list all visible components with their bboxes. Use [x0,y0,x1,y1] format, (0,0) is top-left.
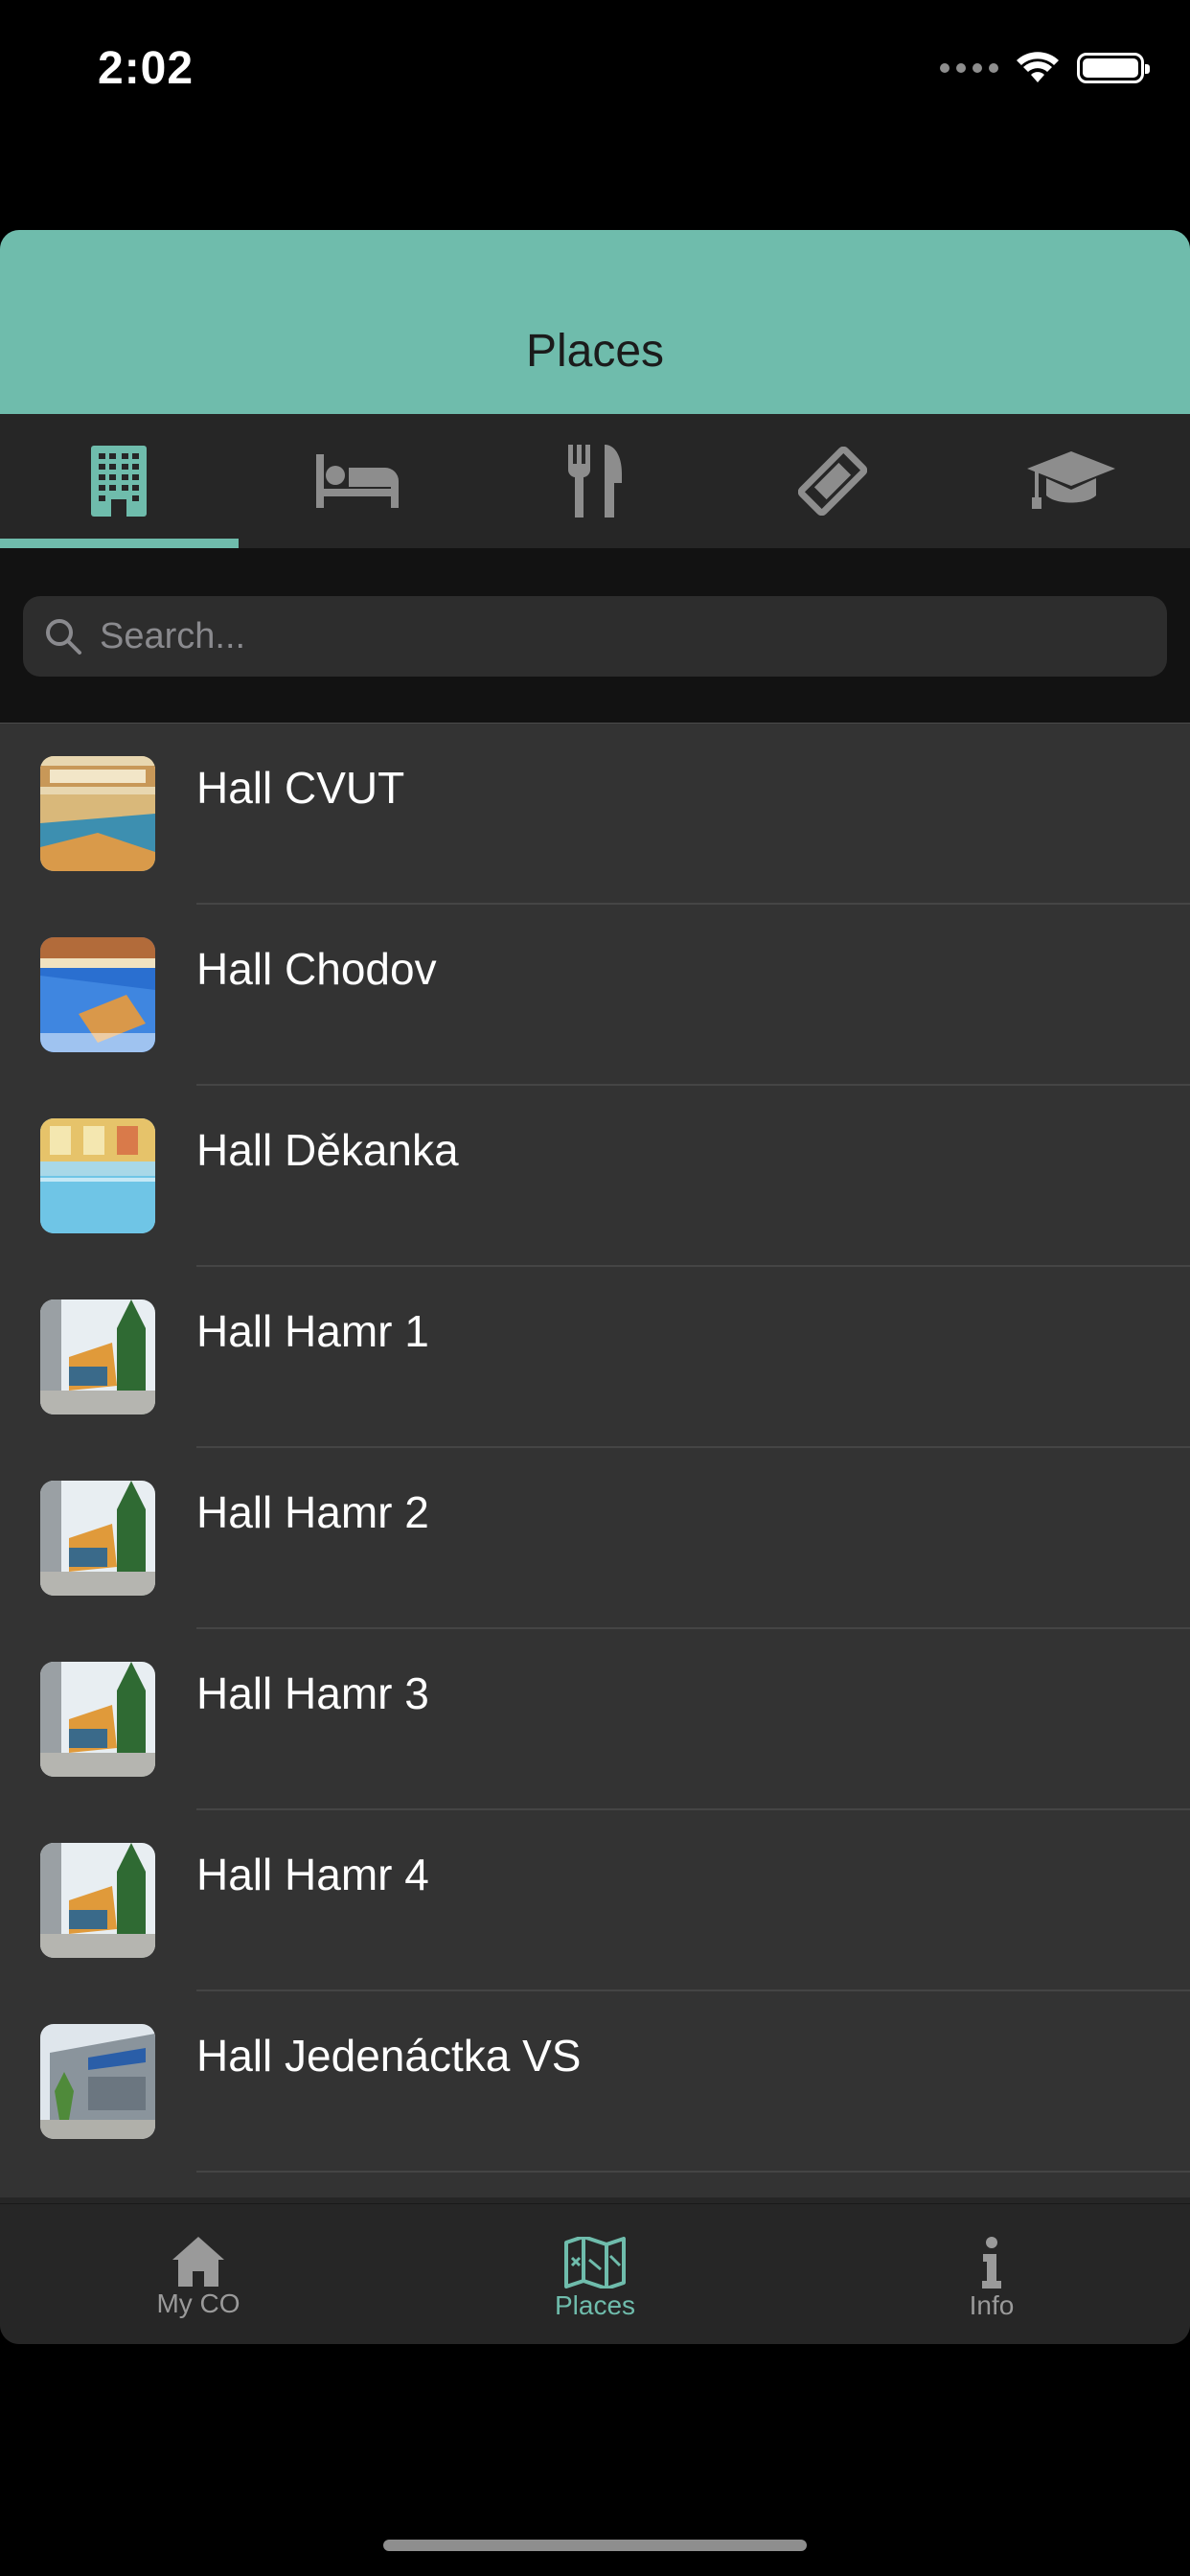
search-area [0,548,1190,723]
category-tabs [0,414,1190,548]
list-item[interactable]: Hall Jedenáctka VS [0,1991,1190,2173]
tab-my-co[interactable]: My CO [0,2204,397,2344]
list-item[interactable]: Hall Hamr 4 [0,1810,1190,1991]
battery-icon [1077,53,1150,83]
bed-icon [315,454,399,508]
wifi-icon [1017,52,1059,82]
place-thumbnail [40,1300,155,1414]
status-bar: 2:02 [0,0,1190,144]
row-separator [196,2171,1190,2173]
place-thumbnail [40,2024,155,2139]
place-thumbnail [40,1481,155,1596]
list-item[interactable]: Hall Hamr 3 [0,1629,1190,1810]
graduation-cap-icon [1026,451,1115,509]
place-name: Hall Hamr 2 [196,1487,429,1537]
place-name: Hall CVUT [196,763,405,813]
tab-places[interactable]: Places [397,2204,793,2344]
app-window: Places Search... Hall CVUT Hall Chodov H… [0,230,1190,2344]
search-icon [46,619,81,655]
search-bar[interactable] [23,596,1167,677]
tab-education[interactable] [952,414,1190,548]
home-icon [172,2237,224,2287]
status-icons [940,52,1150,84]
navigation-header: Places [0,230,1190,414]
fork-knife-icon [568,445,623,518]
place-thumbnail [40,756,155,871]
list-item[interactable]: Hall Chodov [0,905,1190,1086]
tab-buildings[interactable] [0,414,238,548]
tab-info[interactable]: Info [793,2204,1190,2344]
tab-events[interactable] [714,414,951,548]
tab-accommodation[interactable] [238,414,475,548]
place-thumbnail [40,1843,155,1958]
places-list: Hall CVUT Hall Chodov Hall Děkanka Hall … [0,723,1190,2197]
info-icon [982,2237,1001,2288]
home-indicator[interactable] [383,2540,807,2551]
place-name: Hall Chodov [196,944,437,994]
place-name: Hall Hamr 3 [196,1668,429,1718]
list-item[interactable]: Hall CVUT [0,724,1190,905]
place-name: Hall Děkanka [196,1125,459,1175]
map-icon [564,2237,626,2288]
tab-label: My CO [156,2288,240,2318]
ticket-icon [798,447,868,516]
search-input[interactable] [98,614,1136,658]
place-thumbnail [40,1662,155,1777]
place-thumbnail [40,937,155,1052]
tab-label: Places [554,2290,636,2320]
tab-label: Info [969,2290,1015,2320]
tab-bar: My CO Places Info [0,2203,1190,2344]
place-name: Hall Hamr 4 [196,1850,429,1899]
place-name: Hall Jedenáctka VS [196,2031,582,2081]
signal-icon [940,63,998,73]
status-time: 2:02 [98,43,195,94]
list-item[interactable]: Hall Hamr 1 [0,1267,1190,1448]
page-title: Places [525,326,665,377]
building-icon [91,446,148,517]
list-item[interactable]: Hall Děkanka [0,1086,1190,1267]
tab-food[interactable] [476,414,714,548]
list-item[interactable]: Hall Hamr 2 [0,1448,1190,1629]
place-thumbnail [40,1118,155,1233]
tab-indicator [0,539,239,548]
place-name: Hall Hamr 1 [196,1306,429,1356]
